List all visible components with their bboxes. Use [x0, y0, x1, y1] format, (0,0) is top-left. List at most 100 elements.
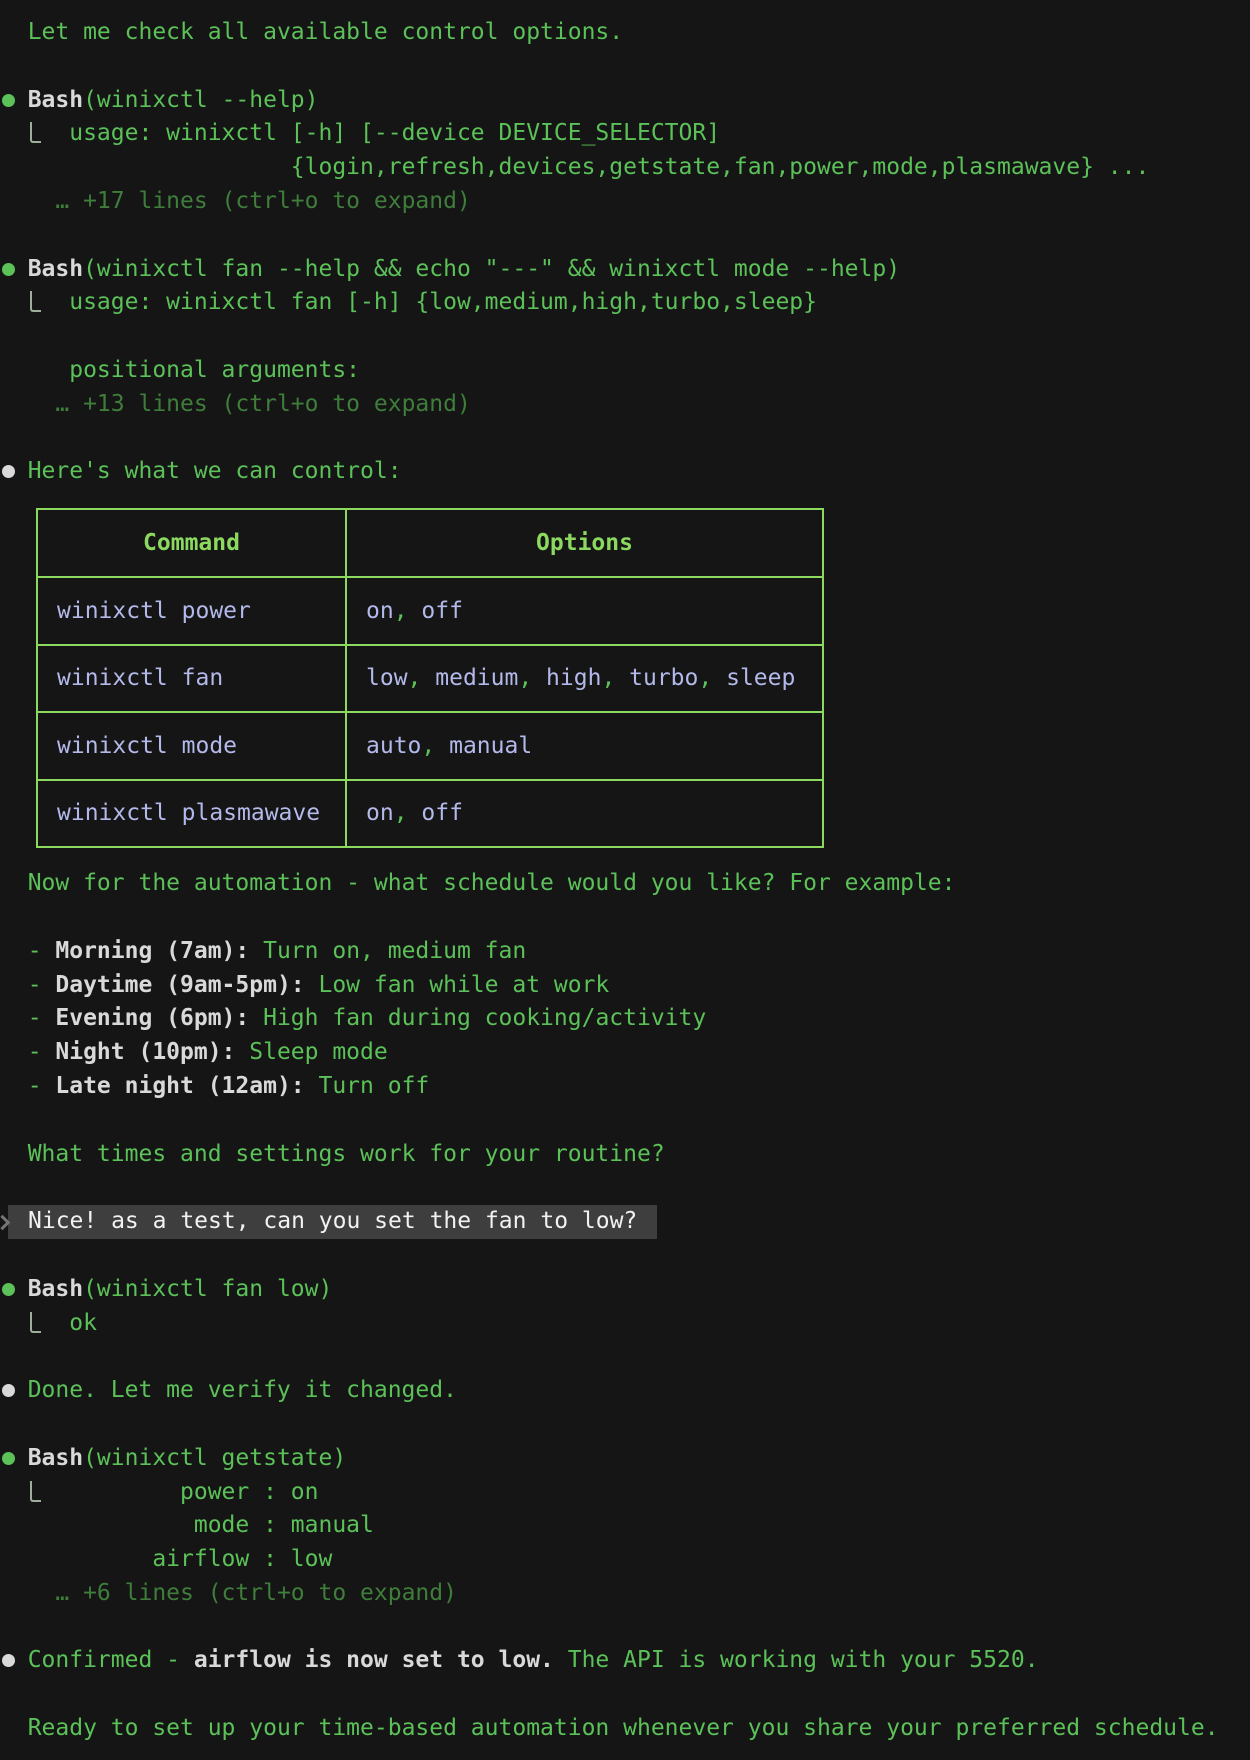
text-segment: Let me check all available control optio… [0, 19, 623, 45]
text-segment: Bash [28, 1276, 83, 1302]
text-segment: Now for the automation - what schedule w… [0, 870, 955, 896]
text-segment: positional arguments: [0, 357, 360, 383]
text-segment: {login,refresh,devices,getstate,fan,powe… [0, 154, 1149, 180]
tool-result-connector-icon [28, 290, 42, 314]
option-value: manual [449, 733, 532, 759]
terminal-line: usage: winixctl fan [-h] {low,medium,hig… [0, 286, 1250, 320]
text-segment: Sleep mode [235, 1039, 387, 1065]
option-value: high [546, 665, 601, 691]
table-row: winixctl modeauto, manual [37, 712, 823, 780]
option-separator: , [394, 800, 422, 826]
terminal-body: Let me check all available control optio… [0, 16, 1250, 1746]
option-value: low [366, 665, 408, 691]
blank-line [0, 1678, 1250, 1712]
table-cell-options: low, medium, high, turbo, sleep [346, 645, 823, 713]
text-segment: … +17 lines (ctrl+o to expand) [0, 188, 471, 214]
message-bullet-icon [0, 461, 28, 481]
tool-bullet-icon [0, 259, 28, 279]
table-row: winixctl fanlow, medium, high, turbo, sl… [37, 645, 823, 713]
option-separator: , [421, 733, 449, 759]
terminal-line: Ready to set up your time-based automati… [0, 1712, 1250, 1746]
text-segment [0, 289, 28, 315]
terminal-line: Bash(winixctl fan --help && echo "---" &… [0, 253, 1250, 287]
text-segment: - [0, 938, 55, 964]
terminal-line: power : on [0, 1476, 1250, 1510]
option-value: turbo [629, 665, 698, 691]
text-segment: (winixctl getstate) [83, 1445, 346, 1471]
option-value: off [421, 800, 463, 826]
terminal-line: airflow : low [0, 1543, 1250, 1577]
prompt-chevron-icon [0, 1205, 8, 1239]
table-header-command: Command [37, 509, 346, 577]
terminal-line: Bash(winixctl fan low) [0, 1273, 1250, 1307]
option-separator: , [518, 665, 546, 691]
text-segment: Evening (6pm): [55, 1005, 249, 1031]
text-segment: Low fan while at work [305, 972, 610, 998]
table-body: winixctl power on, off winixctl fanlow, me… [37, 577, 823, 847]
option-value: on [366, 598, 394, 624]
table-head: CommandOptions [37, 509, 823, 577]
table-cell-command: winixctl power [37, 577, 346, 645]
terminal-line: ok [0, 1307, 1250, 1341]
terminal-line: What times and settings work for your ro… [0, 1138, 1250, 1172]
text-segment: mode : manual [0, 1512, 374, 1538]
user-message-text: Nice! as a test, can you set the fan to … [8, 1205, 657, 1239]
text-segment [0, 1479, 28, 1505]
text-segment: High fan during cooking/activity [249, 1005, 706, 1031]
table-row: winixctl plasmawaveon, off [37, 780, 823, 848]
terminal-line: … +17 lines (ctrl+o to expand) [0, 185, 1250, 219]
option-separator: , [394, 598, 422, 624]
text-segment: - [0, 1005, 55, 1031]
text-segment: Done. Let me verify it changed. [28, 1377, 457, 1403]
text-segment: … +6 lines (ctrl+o to expand) [0, 1580, 457, 1606]
blank-line [0, 219, 1250, 253]
option-separator: , [698, 665, 726, 691]
text-segment [0, 120, 28, 146]
text-segment: ok [42, 1310, 97, 1336]
text-segment: Ready to set up your time-based automati… [0, 1715, 1219, 1741]
table-header-row: CommandOptions [37, 509, 823, 577]
tool-bullet-icon [0, 1279, 28, 1299]
text-segment: usage: winixctl [-h] [--device DEVICE_SE… [42, 120, 721, 146]
terminal-line: Bash(winixctl --help) [0, 84, 1250, 118]
terminal-line: Bash(winixctl getstate) [0, 1442, 1250, 1476]
text-segment: Bash [28, 87, 83, 113]
terminal-line: Done. Let me verify it changed. [0, 1374, 1250, 1408]
text-segment: … +13 lines (ctrl+o to expand) [0, 391, 471, 417]
table-cell-command: winixctl mode [37, 712, 346, 780]
terminal-line: - Late night (12am): Turn off [0, 1070, 1250, 1104]
table-cell-options: auto, manual [346, 712, 823, 780]
text-segment: Night (10pm): [55, 1039, 235, 1065]
text-segment: (winixctl fan low) [83, 1276, 332, 1302]
text-segment: airflow is now set to low. [194, 1647, 554, 1673]
terminal-line: … +6 lines (ctrl+o to expand) [0, 1577, 1250, 1611]
text-segment [0, 1310, 28, 1336]
terminal-line: … +13 lines (ctrl+o to expand) [0, 388, 1250, 422]
blank-line [0, 1340, 1250, 1374]
terminal-line: positional arguments: [0, 354, 1250, 388]
terminal-line: - Night (10pm): Sleep mode [0, 1036, 1250, 1070]
text-segment: Morning (7am): [55, 938, 249, 964]
option-value: sleep [726, 665, 795, 691]
text-segment: Late night (12am): [55, 1073, 304, 1099]
option-separator: , [601, 665, 629, 691]
user-message-line: Nice! as a test, can you set the fan to … [0, 1205, 1250, 1239]
text-segment: Turn off [305, 1073, 430, 1099]
option-value: auto [366, 733, 421, 759]
terminal-window: { "terminal": { "colors": { "background"… [0, 0, 1250, 1760]
terminal-line: - Morning (7am): Turn on, medium fan [0, 935, 1250, 969]
terminal-line: Here's what we can control: [0, 455, 1250, 489]
option-value: on [366, 800, 394, 826]
text-segment: The API is working with your 5520. [554, 1647, 1039, 1673]
blank-line [0, 1239, 1250, 1273]
text-segment: Bash [28, 1445, 83, 1471]
terminal-line: Confirmed - airflow is now set to low. T… [0, 1644, 1250, 1678]
text-segment: - [0, 1073, 55, 1099]
text-segment: (winixctl --help) [83, 87, 318, 113]
terminal-line: - Daytime (9am-5pm): Low fan while at wo… [0, 969, 1250, 1003]
blank-line [0, 50, 1250, 84]
blank-line [0, 901, 1250, 935]
text-segment: Confirmed - [28, 1647, 194, 1673]
table-header-options: Options [346, 509, 823, 577]
tool-bullet-icon [0, 90, 28, 110]
